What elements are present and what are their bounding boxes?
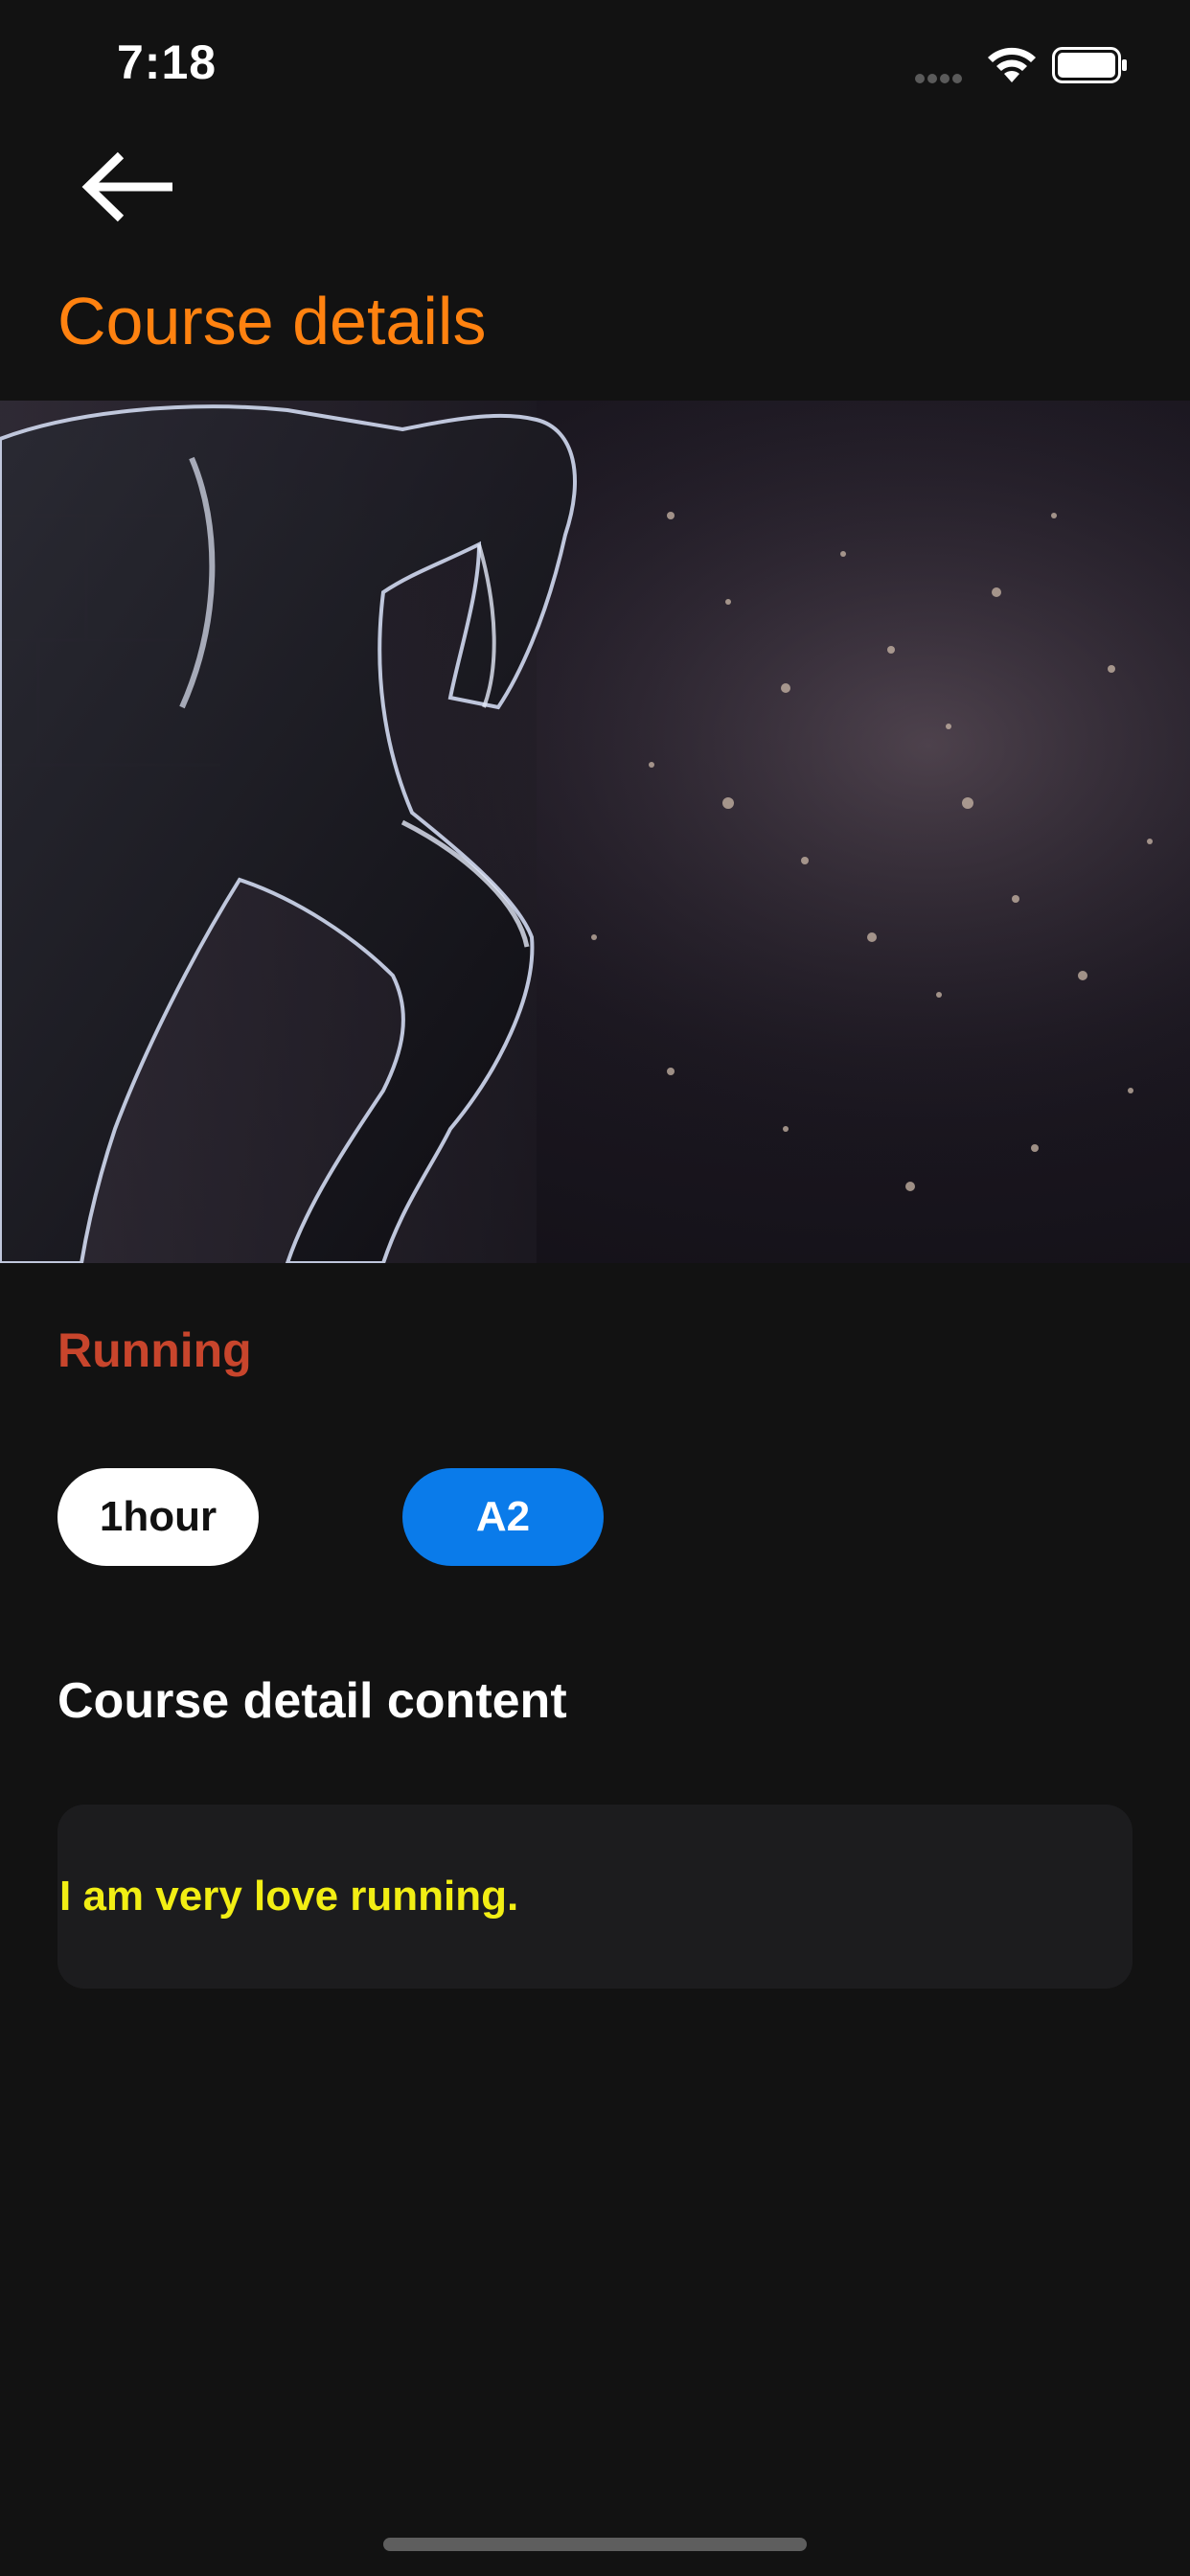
- page-title: Course details: [57, 284, 487, 358]
- battery-icon: [1052, 47, 1127, 83]
- content-card: I am very love running.: [57, 1805, 1133, 1989]
- duration-chip: 1hour: [57, 1468, 259, 1566]
- course-details-screen: 7:18 Course details Running 1hour A2 Cou…: [0, 0, 1190, 2576]
- runner-illustration: [0, 401, 1190, 1263]
- course-name: Running: [57, 1323, 252, 1377]
- wifi-icon: [988, 47, 1036, 82]
- content-text: I am very love running.: [59, 1873, 519, 1920]
- status-time: 7:18: [117, 35, 217, 89]
- cellular-signal-icon: [915, 71, 973, 83]
- arrow-left-icon: [81, 151, 172, 222]
- home-indicator[interactable]: [383, 2538, 807, 2551]
- course-hero-image: [0, 401, 1190, 1263]
- back-button[interactable]: [77, 144, 182, 230]
- level-chip: A2: [402, 1468, 604, 1566]
- status-bar: 7:18: [0, 0, 1190, 134]
- content-heading: Course detail content: [57, 1673, 567, 1729]
